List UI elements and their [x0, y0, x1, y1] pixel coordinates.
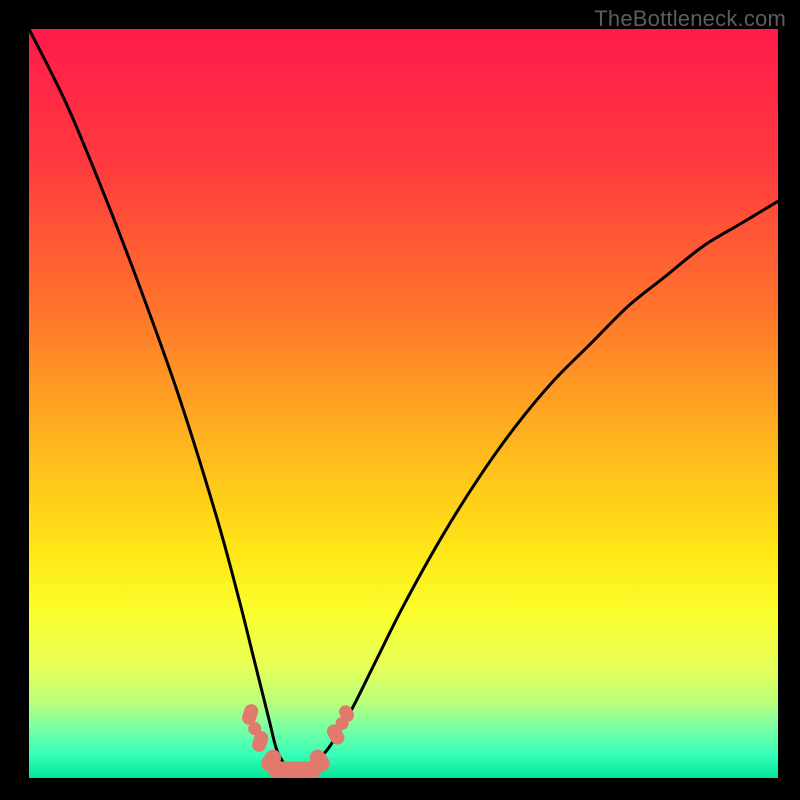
chart-frame: TheBottleneck.com [0, 0, 800, 800]
bottleneck-curve [29, 29, 778, 771]
watermark-text: TheBottleneck.com [594, 6, 786, 32]
minimum-plateau-markers [241, 703, 356, 777]
curve-layer [29, 29, 778, 778]
plot-area [29, 29, 778, 778]
